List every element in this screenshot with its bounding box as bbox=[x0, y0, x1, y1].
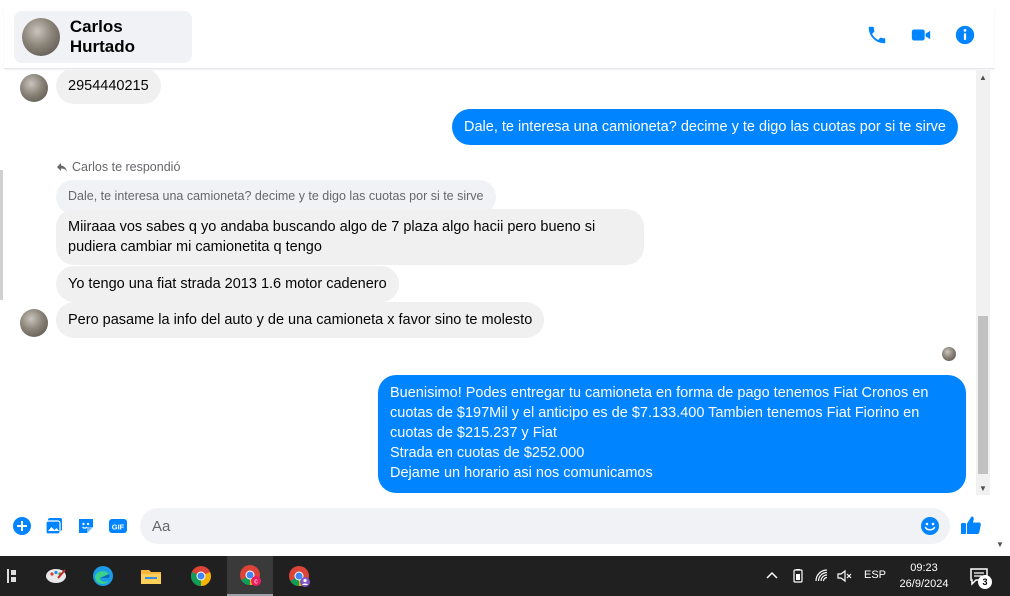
contact-name: Carlos Hurtado bbox=[69, 17, 135, 56]
plus-circle-icon[interactable] bbox=[12, 516, 32, 536]
message-text: Dejame un horario asi nos comunicamos bbox=[390, 465, 653, 481]
scroll-down-arrow-icon[interactable]: ▼ bbox=[976, 481, 990, 495]
scroll-thumb[interactable] bbox=[978, 316, 988, 474]
language-indicator[interactable]: ESP bbox=[864, 569, 886, 581]
info-icon[interactable] bbox=[954, 24, 976, 46]
windows-taskbar: c ESP 09:23 26/9/2024 3 bbox=[0, 556, 1010, 596]
reply-icon bbox=[57, 163, 67, 172]
composer-actions: GIF bbox=[12, 516, 128, 536]
clock[interactable]: 09:23 26/9/2024 bbox=[892, 560, 956, 592]
message-list[interactable]: 2954440215 Dale, te interesa una camione… bbox=[4, 70, 976, 495]
gif-icon[interactable]: GIF bbox=[108, 516, 128, 536]
message-input[interactable] bbox=[140, 508, 950, 544]
profile-letter: c bbox=[254, 579, 258, 586]
chrome-profile-c-icon[interactable]: c bbox=[227, 556, 273, 596]
wifi-icon[interactable] bbox=[814, 556, 830, 596]
message-text: Buenisimo! Podes entregar tu camioneta e… bbox=[390, 385, 929, 401]
clock-date: 26/9/2024 bbox=[899, 578, 949, 590]
incoming-message[interactable]: Miiraaa vos sabes q yo andaba buscando a… bbox=[56, 209, 644, 265]
battery-icon[interactable] bbox=[790, 556, 806, 596]
page-edge bbox=[0, 170, 3, 300]
message-text: Strada en cuotas de $252.000 bbox=[390, 445, 585, 461]
outgoing-message[interactable]: Buenisimo! Podes entregar tu camioneta e… bbox=[378, 375, 966, 493]
paint-icon[interactable] bbox=[33, 556, 79, 596]
outgoing-message[interactable]: Dale, te interesa una camioneta? decime … bbox=[452, 109, 958, 145]
incoming-message[interactable]: Yo tengo una fiat strada 2013 1.6 motor … bbox=[56, 266, 399, 302]
messenger-window: Carlos Hurtado 2954440215 Dale, te inter… bbox=[0, 0, 1010, 596]
emoji-icon[interactable] bbox=[920, 516, 940, 536]
message-text: Dale, te interesa una camioneta? decime … bbox=[464, 119, 946, 135]
sticker-icon[interactable] bbox=[76, 516, 96, 536]
header-actions bbox=[866, 24, 976, 46]
reply-label: Carlos te respondió bbox=[72, 160, 181, 174]
notification-count-badge: 3 bbox=[978, 575, 992, 589]
message-text: pudiera cambiar mi camionetita q tengo bbox=[68, 239, 322, 255]
message-text: cuotas de $197Mil y el anticipo es de $7… bbox=[390, 405, 920, 421]
sender-avatar bbox=[20, 309, 48, 337]
reply-indicator: Carlos te respondió bbox=[56, 160, 180, 174]
phone-icon[interactable] bbox=[866, 24, 888, 46]
chat-header: Carlos Hurtado bbox=[4, 6, 994, 69]
chrome-profile-2-icon[interactable] bbox=[276, 556, 322, 596]
gif-label: GIF bbox=[112, 523, 125, 532]
chat-scrollbar[interactable]: ▲ ▼ bbox=[976, 70, 990, 495]
file-explorer-icon[interactable] bbox=[128, 556, 174, 596]
clock-time: 09:23 bbox=[910, 562, 938, 574]
message-text: Miiraaa vos sabes q yo andaba buscando a… bbox=[68, 219, 596, 235]
seen-indicator-avatar bbox=[942, 347, 956, 361]
volume-muted-icon[interactable] bbox=[836, 556, 852, 596]
message-text: 2954440215 bbox=[68, 78, 149, 94]
scroll-up-arrow-icon[interactable]: ▲ bbox=[976, 70, 990, 84]
message-text: Pero pasame la info del auto y de una ca… bbox=[68, 312, 533, 328]
video-camera-icon[interactable] bbox=[910, 24, 932, 46]
contact-avatar bbox=[22, 18, 60, 56]
show-hidden-icons-icon[interactable] bbox=[764, 556, 780, 596]
task-view-icon[interactable] bbox=[0, 556, 34, 596]
message-text: cuotas de $215.237 y Fiat bbox=[390, 425, 557, 441]
thumbs-up-icon[interactable] bbox=[960, 514, 982, 536]
page-scroll-down-arrow-icon[interactable]: ▼ bbox=[996, 540, 1008, 552]
edge-icon[interactable] bbox=[80, 556, 126, 596]
quoted-text: Dale, te interesa una camioneta? decime … bbox=[68, 189, 484, 203]
sender-avatar bbox=[20, 74, 48, 102]
photo-icon[interactable] bbox=[44, 516, 64, 536]
incoming-message[interactable]: Pero pasame la info del auto y de una ca… bbox=[56, 302, 545, 338]
message-composer: GIF bbox=[4, 500, 994, 552]
message-text: Yo tengo una fiat strada 2013 1.6 motor … bbox=[68, 276, 387, 292]
chrome-icon[interactable] bbox=[178, 556, 224, 596]
incoming-message[interactable]: 2954440215 bbox=[56, 70, 161, 104]
contact-profile-button[interactable]: Carlos Hurtado bbox=[14, 11, 192, 63]
